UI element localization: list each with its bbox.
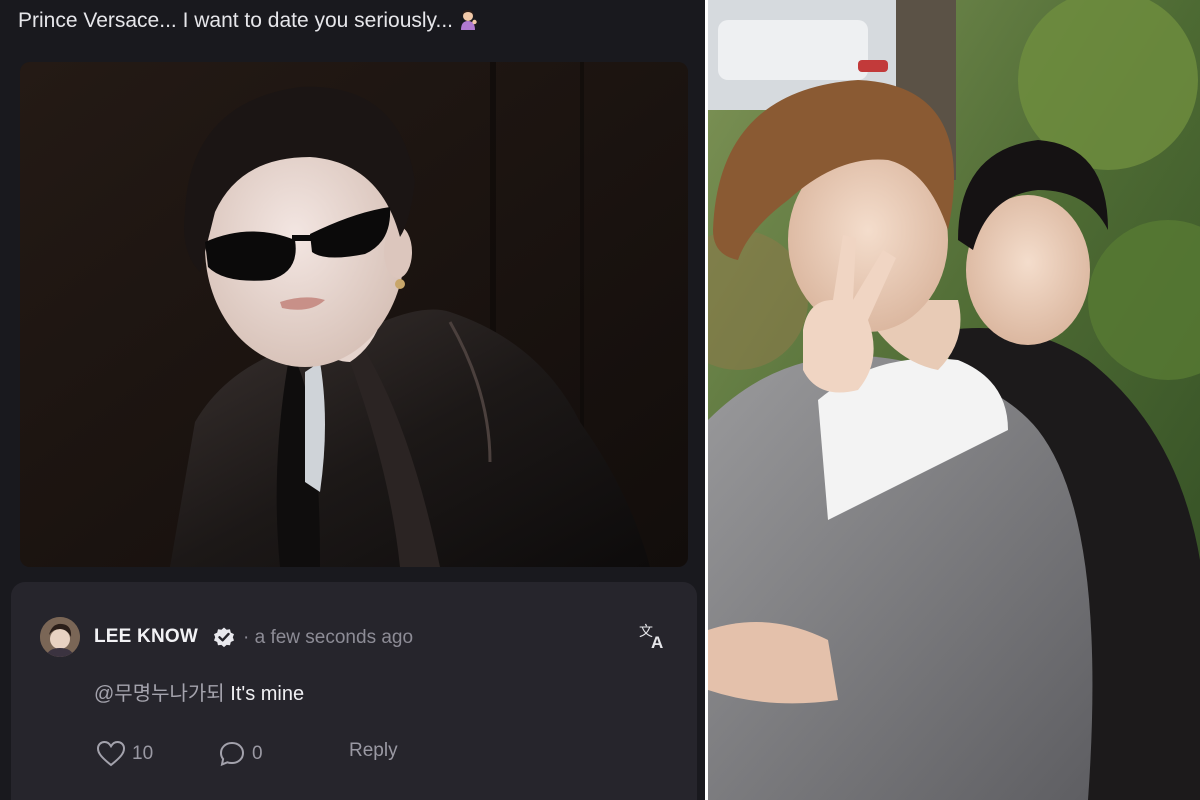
comment-text: @무명누나가되 It's mine [94, 677, 304, 706]
post-screenshot-panel: Prince Versace... I want to date you ser… [0, 0, 705, 800]
comment-timestamp: · a few seconds ago [243, 627, 414, 648]
like-button[interactable]: 10 [96, 740, 153, 768]
reply-label: Reply [349, 740, 398, 761]
avatar-image [40, 617, 80, 657]
svg-text:A: A [651, 633, 663, 652]
commenter-avatar[interactable] [40, 617, 80, 657]
comment-card: LEE KNOW · a few seconds ago 文 A @무명누나가되… [11, 582, 697, 800]
reply-button[interactable]: Reply [349, 740, 398, 762]
post-title-text: Prince Versace... I want to date you ser… [18, 9, 453, 32]
comment-mention[interactable]: @무명누나가되 [94, 683, 225, 705]
side-photo-image [708, 0, 1200, 800]
commenter-username[interactable]: LEE KNOW [94, 626, 198, 648]
translate-icon[interactable]: 文 A [637, 620, 669, 652]
post-title: Prince Versace... I want to date you ser… [18, 8, 479, 33]
post-photo-image [20, 62, 688, 567]
reply-count: 0 [252, 743, 263, 764]
comment-bubble-icon [219, 741, 245, 767]
post-photo[interactable] [20, 62, 688, 567]
heart-icon [96, 740, 126, 767]
person-tipping-hand-emoji-icon [461, 9, 477, 30]
comment-body: It's mine [224, 683, 305, 705]
verified-badge-icon [214, 627, 234, 648]
side-photo [708, 0, 1200, 800]
like-count: 10 [132, 743, 154, 764]
comment-count-button[interactable]: 0 [218, 740, 263, 768]
